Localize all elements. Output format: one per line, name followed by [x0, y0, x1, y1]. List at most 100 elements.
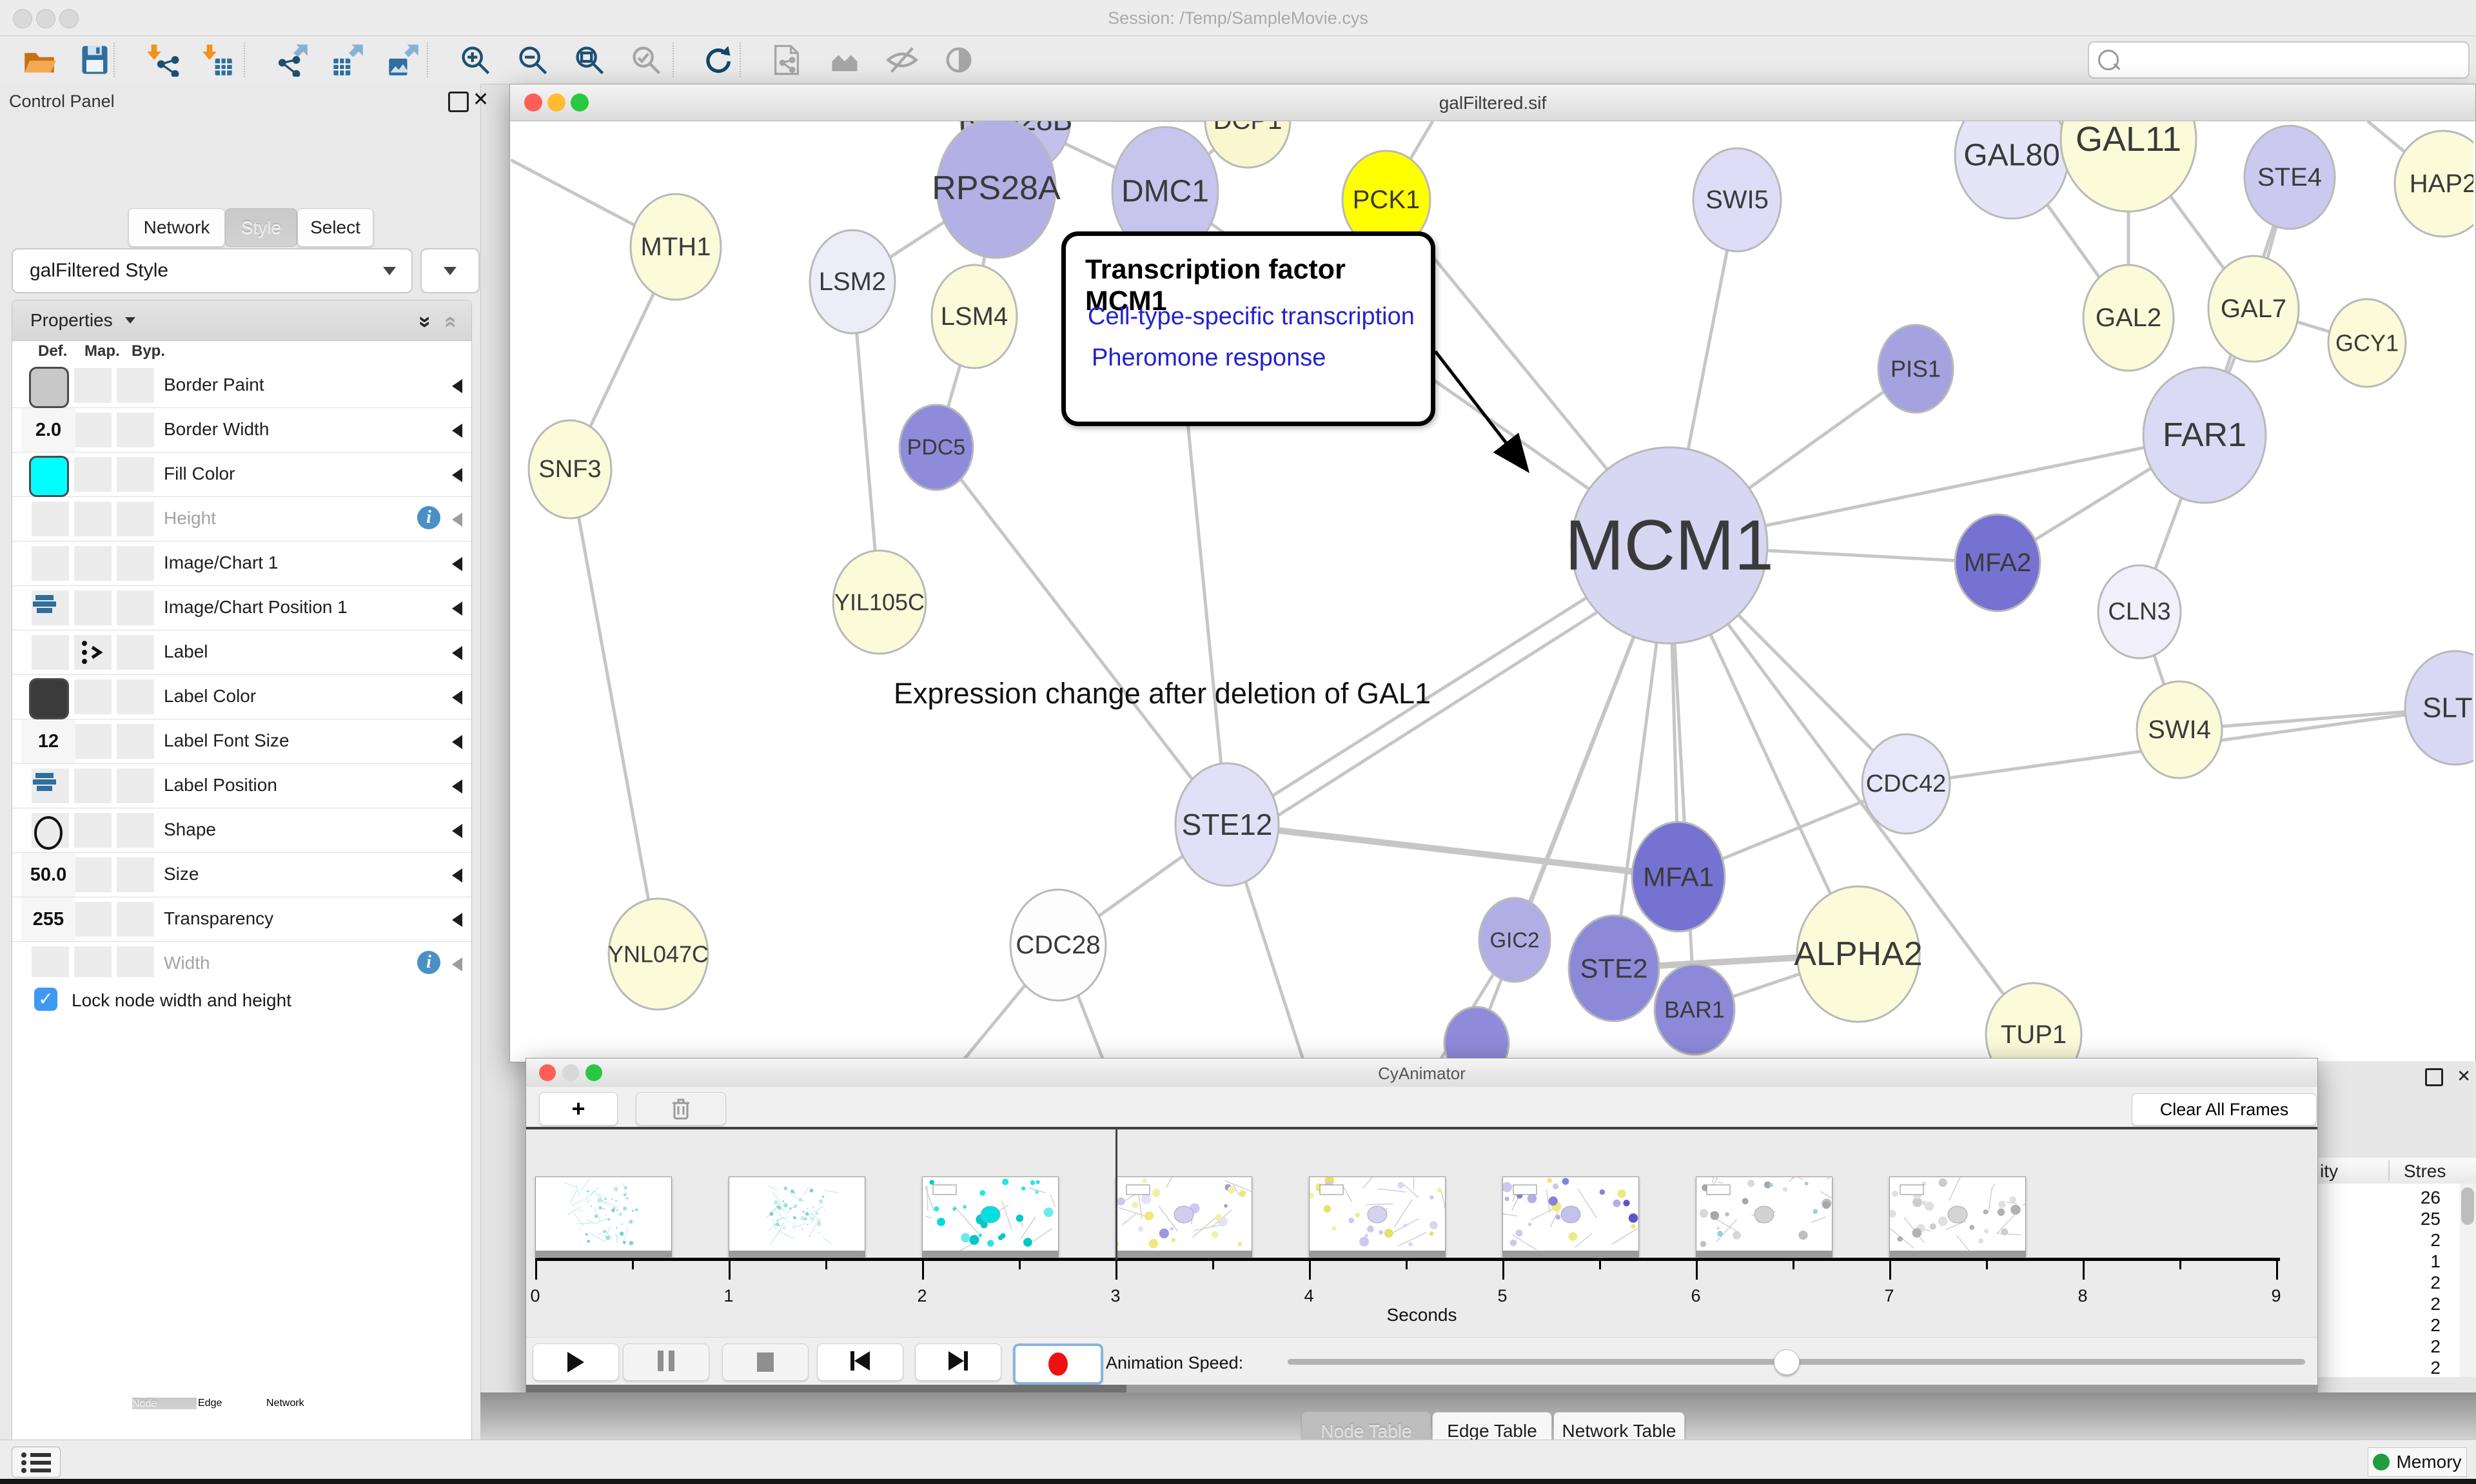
expand-row-icon[interactable]: [452, 513, 462, 527]
color-swatch[interactable]: [29, 367, 69, 408]
hide-graphics-details-button[interactable]: [878, 39, 926, 81]
mapping-cell[interactable]: [74, 946, 112, 981]
clear-all-frames-button[interactable]: Clear All Frames: [2132, 1093, 2317, 1126]
float-panel-icon[interactable]: [448, 92, 469, 112]
float-panel-icon[interactable]: [2425, 1068, 2443, 1086]
property-row-image-chart-1[interactable]: Image/Chart 1: [12, 542, 471, 586]
mapping-cell[interactable]: [74, 546, 112, 581]
annotation-link-1[interactable]: Cell-type-specific transcription: [1088, 303, 1415, 331]
delete-frame-button[interactable]: [636, 1092, 726, 1126]
default-value[interactable]: 50.0: [21, 853, 75, 897]
color-swatch[interactable]: [29, 456, 69, 497]
frame-thumbnail-7[interactable]: [1889, 1176, 2026, 1257]
export-image-button[interactable]: [379, 39, 427, 81]
slider-thumb[interactable]: [1774, 1349, 1800, 1375]
frame-thumbnail-3[interactable]: [1115, 1176, 1252, 1257]
style-selector[interactable]: galFiltered Style: [12, 248, 413, 293]
play-button[interactable]: [533, 1343, 619, 1381]
bypass-cell[interactable]: [117, 457, 154, 492]
expand-row-icon[interactable]: [452, 779, 462, 794]
zoom-selected-button[interactable]: [622, 39, 670, 81]
bypass-cell[interactable]: [117, 768, 154, 803]
record-button[interactable]: [1013, 1343, 1103, 1385]
tab-style[interactable]: Style: [225, 208, 297, 247]
property-row-shape[interactable]: Shape: [12, 808, 471, 853]
bypass-cell[interactable]: [117, 368, 154, 403]
mapping-cell[interactable]: [74, 591, 112, 625]
property-row-border-width[interactable]: 2.0Border Width: [12, 408, 471, 453]
mapping-cell[interactable]: [74, 413, 112, 447]
network-canvas[interactable]: RPS28BDCP1RPS28ADMC1PCK1SWI5GAL80GAL11ST…: [511, 121, 2473, 1061]
bypass-cell[interactable]: [117, 502, 154, 536]
property-row-label-font-size[interactable]: 12Label Font Size: [12, 719, 471, 764]
tab-select[interactable]: Select: [297, 208, 373, 247]
expand-row-icon[interactable]: [452, 557, 462, 571]
pause-button[interactable]: [623, 1343, 709, 1381]
frame-thumbnail-6[interactable]: [1696, 1176, 1832, 1257]
export-network-button[interactable]: [268, 39, 316, 81]
frame-thumbnail-1[interactable]: [729, 1176, 865, 1257]
bypass-cell[interactable]: [117, 813, 154, 848]
default-value[interactable]: 255: [21, 897, 75, 941]
stop-button[interactable]: [722, 1343, 809, 1381]
add-frame-button[interactable]: +: [539, 1092, 618, 1126]
open-session-button[interactable]: [15, 39, 63, 81]
frame-thumbnail-5[interactable]: [1502, 1176, 1639, 1257]
zoom-fit-button[interactable]: [565, 39, 613, 81]
expand-row-icon[interactable]: [452, 646, 462, 660]
property-row-label[interactable]: Label: [12, 630, 471, 675]
expand-row-icon[interactable]: [452, 868, 462, 883]
table-cell-radiality[interactable]: 2: [2430, 1336, 2441, 1357]
tab-edge[interactable]: Edge: [198, 1398, 265, 1409]
expand-row-icon[interactable]: [452, 379, 462, 393]
annotation-link-2[interactable]: Pheromone response: [1092, 344, 1326, 372]
export-table-button[interactable]: [324, 39, 371, 81]
edge[interactable]: [936, 447, 1227, 825]
show-graphics-details-button[interactable]: [935, 39, 983, 81]
info-icon[interactable]: i: [417, 506, 440, 529]
style-options-button[interactable]: [420, 248, 480, 293]
property-row-height[interactable]: Heighti: [12, 497, 471, 542]
default-cell[interactable]: [32, 502, 69, 536]
import-network-button[interactable]: [139, 39, 186, 81]
expand-row-icon[interactable]: [452, 424, 462, 438]
expand-row-icon[interactable]: [452, 824, 462, 838]
refresh-network-button[interactable]: [693, 39, 741, 81]
property-row-border-paint[interactable]: Border Paint: [12, 364, 471, 408]
default-value[interactable]: 12: [21, 719, 75, 763]
annotation-arrow[interactable]: [1435, 351, 1526, 468]
timeline-playhead[interactable]: [1115, 1127, 1117, 1260]
info-icon[interactable]: i: [417, 951, 440, 974]
bypass-cell[interactable]: [117, 591, 154, 625]
discrete-mapping-icon[interactable]: [77, 638, 105, 670]
column-stress[interactable]: Stres: [2404, 1161, 2446, 1182]
frame-thumbnail-0[interactable]: [535, 1176, 672, 1257]
edge[interactable]: [1227, 825, 1678, 877]
scrollbar-thumb[interactable]: [2461, 1187, 2474, 1225]
export-document-button[interactable]: [763, 39, 811, 81]
property-row-transparency[interactable]: 255Transparency: [12, 897, 471, 942]
expand-row-icon[interactable]: [452, 957, 462, 971]
bypass-cell[interactable]: [117, 946, 154, 981]
default-value[interactable]: 2.0: [21, 408, 75, 452]
save-session-button[interactable]: [71, 39, 119, 81]
table-cell-radiality[interactable]: 2: [2430, 1358, 2441, 1378]
expand-row-icon[interactable]: [452, 690, 462, 705]
default-cell[interactable]: [32, 635, 69, 670]
bypass-cell[interactable]: [117, 679, 154, 714]
tab-network[interactable]: Network: [266, 1398, 363, 1409]
bypass-cell[interactable]: [117, 546, 154, 581]
color-swatch[interactable]: [29, 678, 69, 719]
mapping-cell[interactable]: [74, 502, 112, 536]
close-panel-icon[interactable]: ✕: [473, 92, 489, 108]
property-row-image-chart-position-1[interactable]: Image/Chart Position 1: [12, 586, 471, 630]
table-cell-radiality[interactable]: 2: [2430, 1230, 2441, 1251]
position-icon[interactable]: [32, 770, 57, 797]
property-row-label-position[interactable]: Label Position: [12, 764, 471, 808]
bypass-cell[interactable]: [117, 724, 154, 759]
task-history-button[interactable]: [12, 1447, 61, 1478]
bypass-cell[interactable]: [117, 857, 154, 892]
network-overview-button[interactable]: [821, 39, 869, 81]
table-cell-radiality[interactable]: 2: [2430, 1315, 2441, 1336]
mapping-cell[interactable]: [74, 368, 112, 403]
